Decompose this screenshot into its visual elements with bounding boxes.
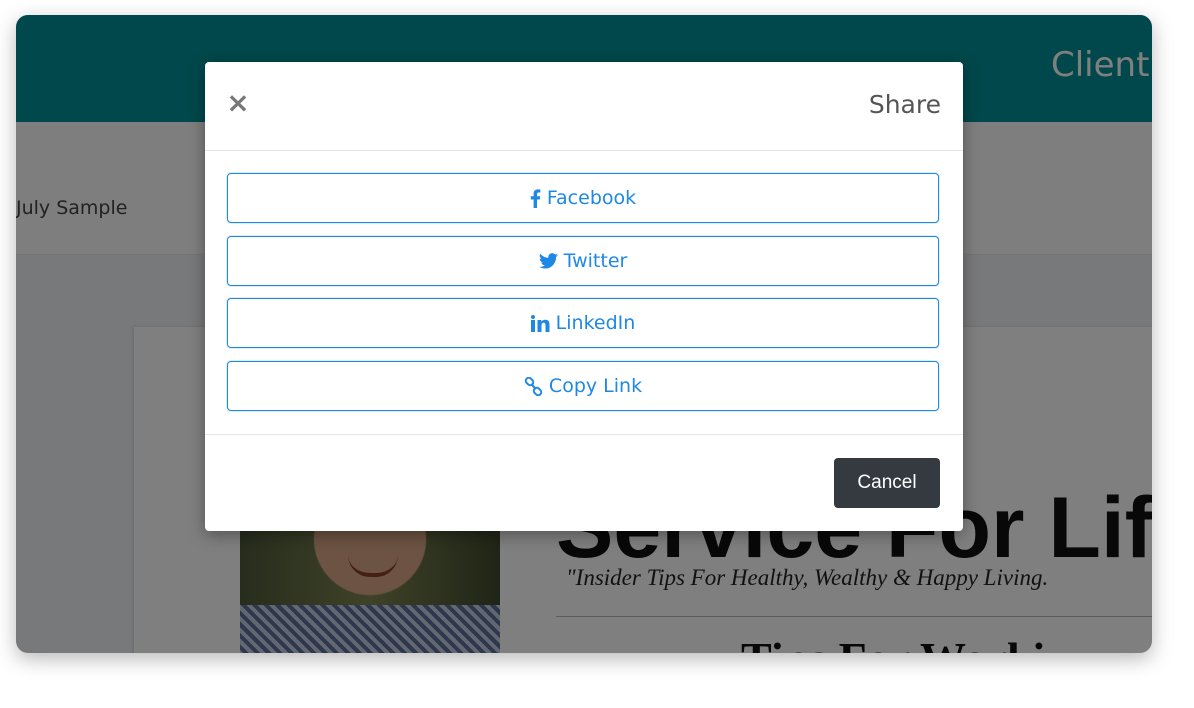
share-facebook-label: Facebook [546, 187, 637, 209]
linkedin-icon [530, 314, 550, 332]
modal-header: × Share [205, 62, 963, 151]
share-copy-link-button[interactable]: Copy Link [227, 361, 939, 411]
share-twitter-button[interactable]: Twitter [227, 236, 939, 286]
close-icon[interactable]: × [225, 88, 251, 118]
share-linkedin-label: LinkedIn [555, 312, 636, 334]
link-icon [524, 376, 543, 396]
share-copy-link-label: Copy Link [548, 375, 643, 397]
share-modal: × Share Facebook Twitter LinkedIn Copy L… [205, 62, 963, 531]
share-linkedin-button[interactable]: LinkedIn [227, 298, 939, 348]
share-facebook-button[interactable]: Facebook [227, 173, 939, 223]
cancel-button[interactable]: Cancel [834, 458, 940, 508]
facebook-icon [530, 188, 541, 208]
twitter-icon [538, 253, 558, 269]
share-twitter-label: Twitter [563, 250, 628, 272]
modal-footer-divider [205, 434, 963, 435]
modal-title: Share [868, 90, 941, 119]
